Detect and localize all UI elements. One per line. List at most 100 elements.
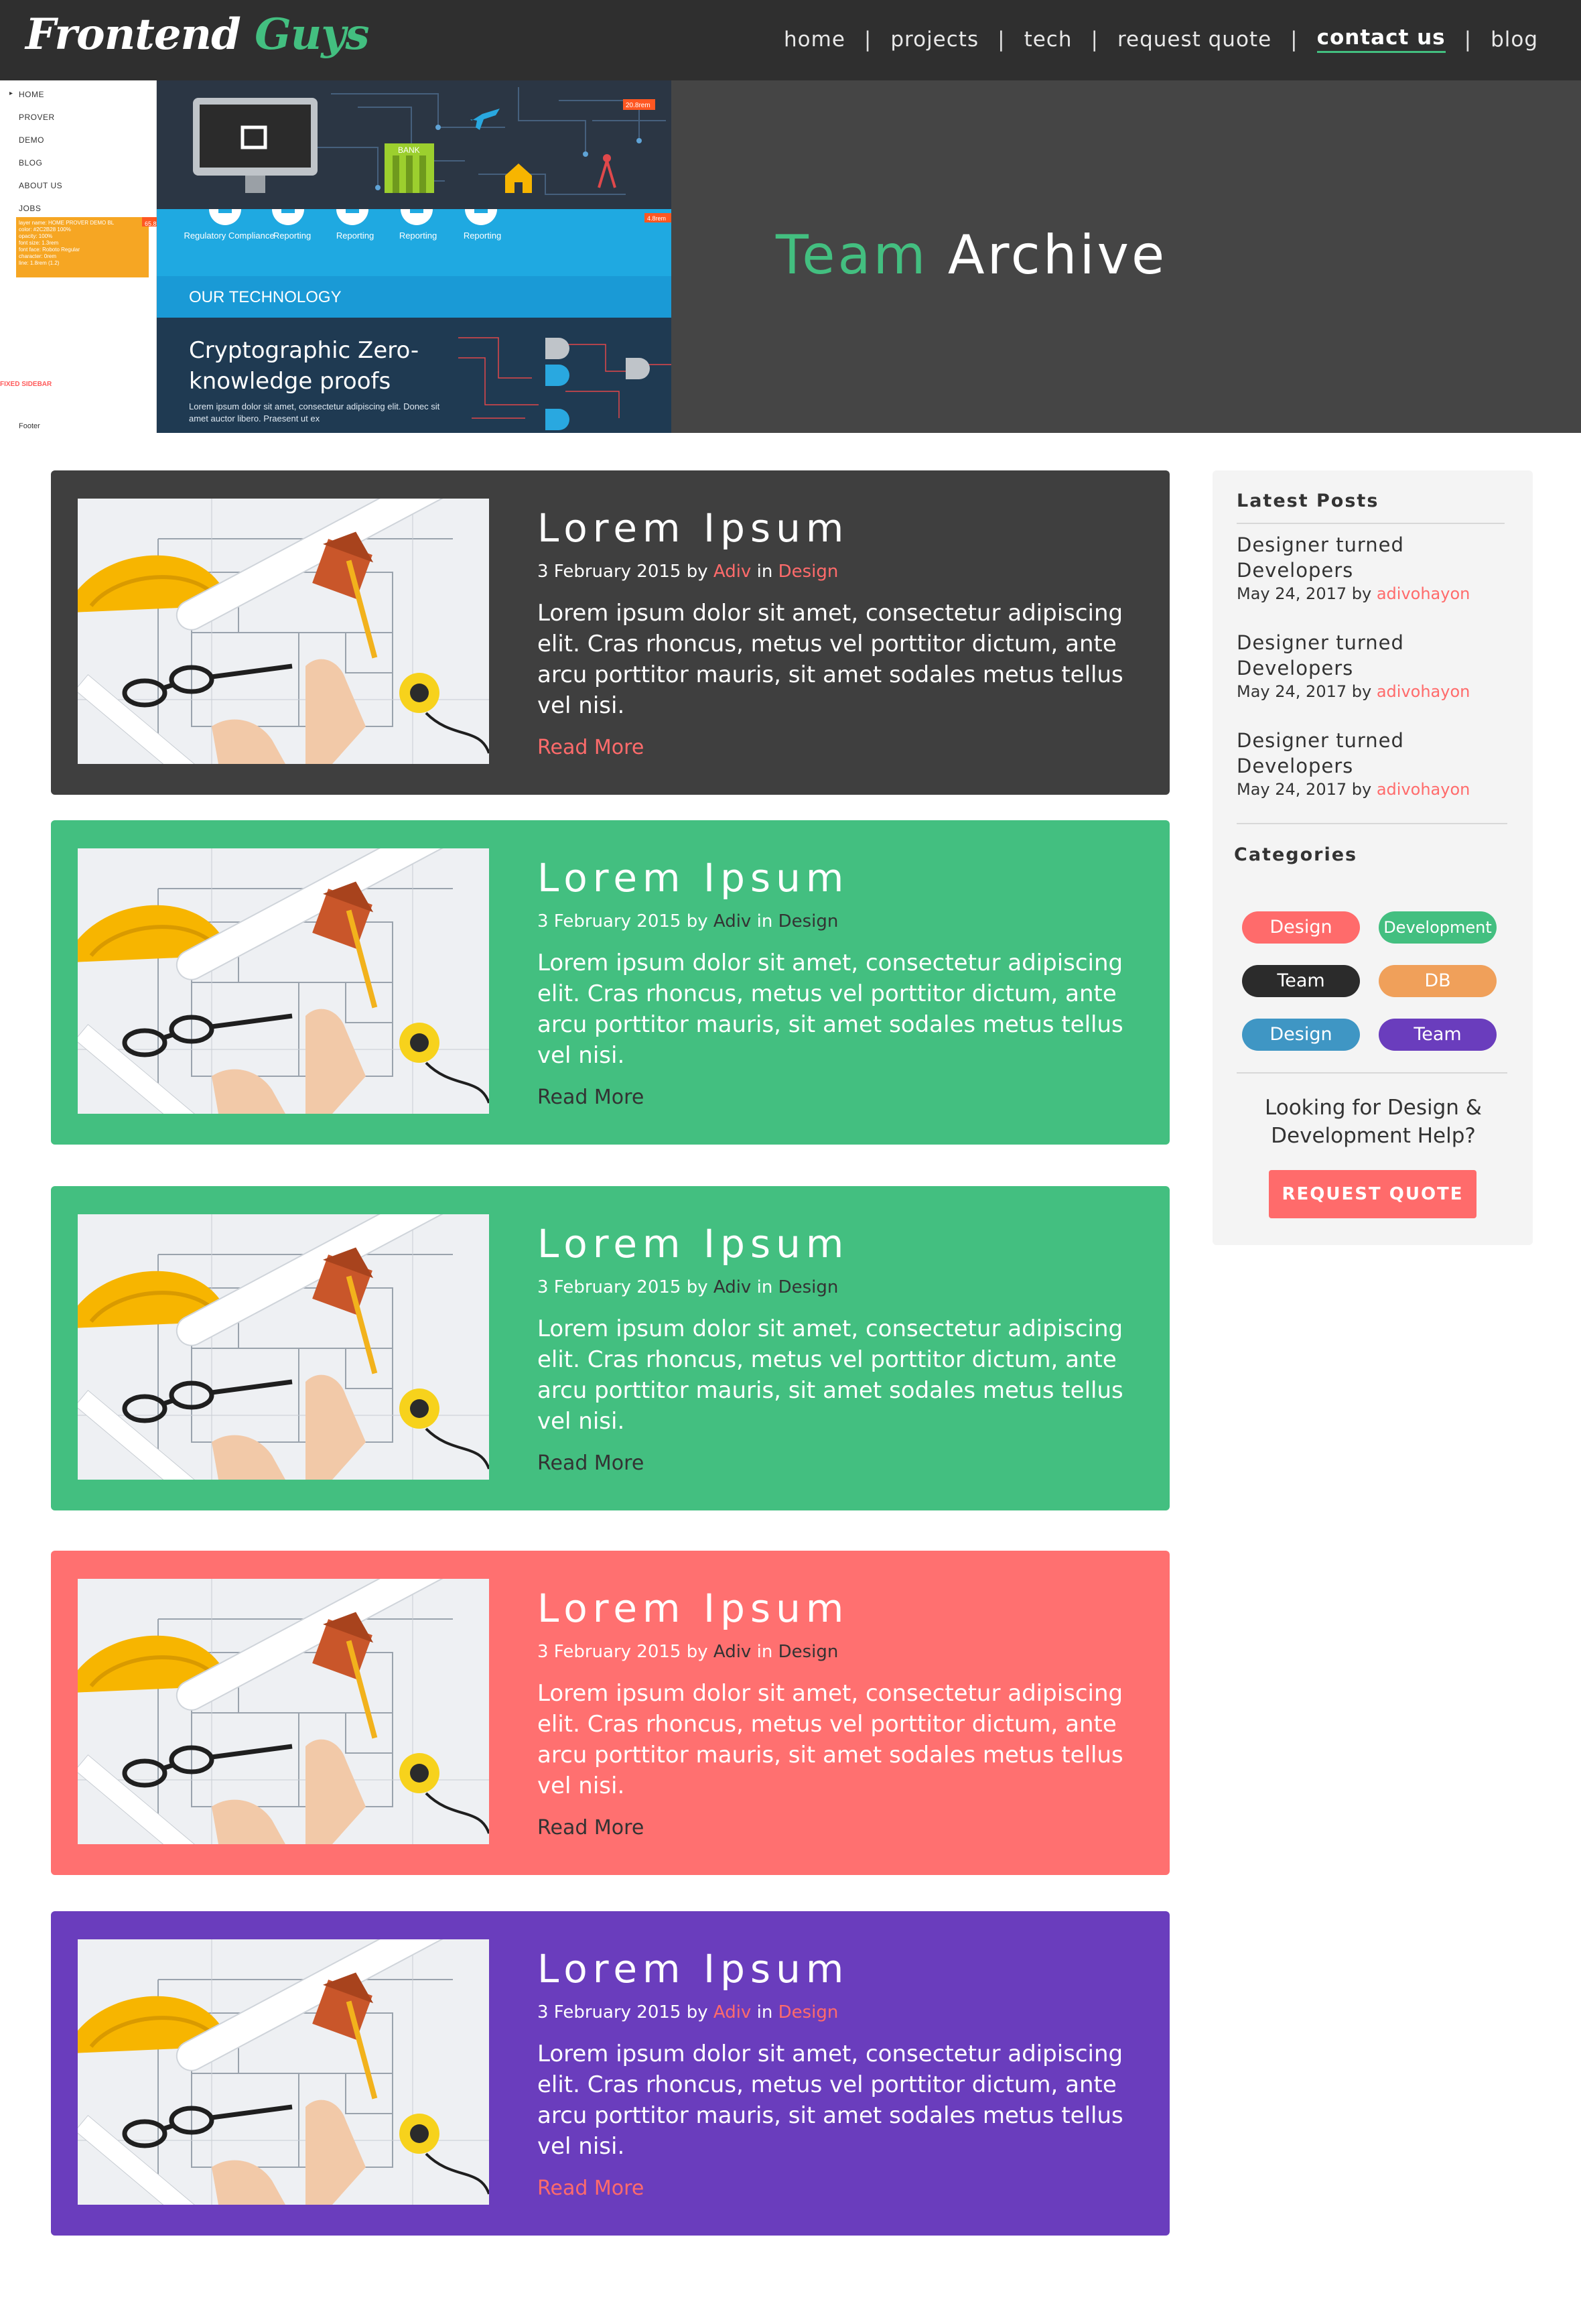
post-category-link[interactable]: Design [778, 1642, 839, 1662]
post-title[interactable]: Lorem Ipsum [537, 1221, 849, 1267]
post-title[interactable]: Lorem Ipsum [537, 855, 849, 901]
latest-post-meta: May 24, 2017 by adivohayon [1237, 584, 1470, 603]
post-date: 3 February 2015 [537, 1642, 681, 1662]
hero-banner: ▸ HOME PROVER DEMO BLOG ABOUT US JOBS lay… [0, 80, 1581, 433]
collage-icon-row: Regulatory Compliance Reporting Reportin… [184, 193, 671, 241]
nav-separator: | [998, 27, 1006, 52]
logic-gates-graphic [458, 337, 671, 430]
latest-post-meta: May 24, 2017 by adivohayon [1237, 780, 1470, 799]
post-category-link[interactable]: Design [778, 911, 839, 931]
latest-post-author[interactable]: adivohayon [1377, 780, 1470, 799]
post-title[interactable]: Lorem Ipsum [537, 1586, 849, 1631]
collage-technology-label: OUR TECHNOLOGY [189, 288, 342, 306]
read-more-link[interactable]: Read More [537, 1086, 644, 1109]
post-excerpt: Lorem ipsum dolor sit amet, consectetur … [537, 1315, 1123, 1435]
nav-link-blog[interactable]: blog [1472, 27, 1557, 52]
post-card: Lorem Ipsum 3 February 2015 by Adiv in De… [51, 1186, 1170, 1510]
post-title[interactable]: Lorem Ipsum [537, 1946, 849, 1992]
latest-post-title[interactable]: Designer turned Developers [1237, 728, 1505, 779]
category-tag-design[interactable]: Design [1242, 911, 1360, 944]
latest-post-item[interactable]: Designer turned Developers May 24, 2017 … [1237, 630, 1505, 701]
latest-post-item[interactable]: Designer turned Developers May 24, 2017 … [1237, 728, 1505, 799]
post-date: 3 February 2015 [537, 911, 681, 931]
category-tag-db[interactable]: DB [1379, 965, 1497, 997]
read-more-link[interactable]: Read More [537, 736, 644, 759]
bank-label: BANK [398, 145, 420, 155]
nav-separator: | [1091, 27, 1099, 52]
collage-icon-band: Regulatory Compliance Reporting Reportin… [157, 193, 671, 276]
main-nav: home | projects | tech | request quote |… [765, 25, 1557, 53]
post-author-link[interactable]: Adiv [713, 911, 751, 931]
collage-menu-item: DEMO [19, 135, 44, 145]
collage-icon-label: Regulatory Compliance [184, 231, 274, 241]
latest-posts-heading: Latest Posts [1237, 491, 1379, 511]
post-author-link[interactable]: Adiv [713, 1277, 751, 1297]
divider [1237, 823, 1507, 824]
post-author-link[interactable]: Adiv [713, 2002, 751, 2022]
collage-fixed-sidebar-label: FIXED SIDEBAR [0, 381, 52, 388]
post-title[interactable]: Lorem Ipsum [537, 505, 849, 551]
post-meta: 3 February 2015 by Adiv in Design [537, 911, 838, 931]
post-excerpt: Lorem ipsum dolor sit amet, consectetur … [537, 600, 1123, 719]
post-date: 3 February 2015 [537, 562, 681, 582]
nav-link-request-quote[interactable]: request quote [1099, 27, 1290, 52]
page-title: Team Archive [776, 224, 1167, 286]
category-tag-development[interactable]: Development [1379, 911, 1497, 944]
circuit-measure-tag: 20.8rem [626, 102, 650, 109]
read-more-link[interactable]: Read More [537, 1816, 644, 1839]
top-navbar: Frontend Guys home | projects | tech | r… [0, 0, 1581, 80]
post-thumbnail[interactable] [78, 1939, 489, 2205]
latest-post-author[interactable]: adivohayon [1377, 682, 1470, 701]
post-thumbnail[interactable] [78, 1579, 489, 1844]
post-category-link[interactable]: Design [778, 562, 839, 582]
latest-post-item[interactable]: Designer turned Developers May 24, 2017 … [1237, 532, 1505, 603]
post-excerpt: Lorem ipsum dolor sit amet, consectetur … [537, 950, 1123, 1069]
nav-link-tech[interactable]: tech [1006, 27, 1091, 52]
post-by: by [686, 562, 708, 582]
post-thumbnail[interactable] [78, 848, 489, 1114]
post-thumbnail-image [78, 1939, 489, 2205]
read-more-link[interactable]: Read More [537, 1451, 644, 1475]
collage-zk-panel: Cryptographic Zero-knowledge proofs Lore… [157, 318, 671, 433]
post-thumbnail-image [78, 848, 489, 1114]
post-category-link[interactable]: Design [778, 1277, 839, 1297]
post-by: by [686, 911, 708, 931]
collage-menu-item: JOBS [19, 204, 42, 213]
post-by: by [686, 2002, 708, 2022]
post-thumbnail-image [78, 499, 489, 764]
category-tag-design[interactable]: Design [1242, 1019, 1360, 1051]
post-thumbnail[interactable] [78, 499, 489, 764]
nav-separator: | [864, 27, 872, 52]
collage-footer-label: Footer [19, 422, 40, 430]
post-by: by [686, 1642, 708, 1662]
post-card: Lorem Ipsum 3 February 2015 by Adiv in De… [51, 1551, 1170, 1875]
collage-menu-item: BLOG [19, 158, 43, 168]
help-text: Looking for Design & Development Help? [1265, 1096, 1482, 1148]
post-excerpt: Lorem ipsum dolor sit amet, consectetur … [537, 2041, 1123, 2160]
post-category-link[interactable]: Design [778, 2002, 839, 2022]
nav-link-home[interactable]: home [765, 27, 864, 52]
post-author-link[interactable]: Adiv [713, 562, 751, 582]
sidebar: Latest Posts Designer turned Developers … [1213, 470, 1533, 1245]
site-logo[interactable]: Frontend Guys [25, 9, 370, 60]
nav-separator: | [1464, 27, 1472, 52]
collage-zk-text: Lorem ipsum dolor sit amet, consectetur … [189, 401, 440, 424]
nav-link-contact-us[interactable]: contact us [1316, 25, 1446, 53]
post-card: Lorem Ipsum 3 February 2015 by Adiv in De… [51, 470, 1170, 795]
post-excerpt: Lorem ipsum dolor sit amet, consectetur … [537, 1680, 1123, 1799]
arrow-icon: ▸ [9, 90, 13, 97]
post-in: in [756, 1277, 773, 1297]
category-tag-team[interactable]: Team [1379, 1019, 1497, 1051]
latest-post-title[interactable]: Designer turned Developers [1237, 532, 1505, 583]
nav-link-projects[interactable]: projects [872, 27, 998, 52]
request-quote-button[interactable]: REQUEST QUOTE [1269, 1170, 1476, 1218]
latest-post-title[interactable]: Designer turned Developers [1237, 630, 1505, 681]
collage-side-menu: ▸ HOME PROVER DEMO BLOG ABOUT US JOBS lay… [0, 80, 174, 433]
post-author-link[interactable]: Adiv [713, 1642, 751, 1662]
post-thumbnail[interactable] [78, 1214, 489, 1480]
post-date: 3 February 2015 [537, 2002, 681, 2022]
read-more-link[interactable]: Read More [537, 2177, 644, 2200]
collage-circuit-illustration: BANK 20.8rem [157, 80, 671, 209]
category-tag-team[interactable]: Team [1242, 965, 1360, 997]
latest-post-author[interactable]: adivohayon [1377, 584, 1470, 603]
